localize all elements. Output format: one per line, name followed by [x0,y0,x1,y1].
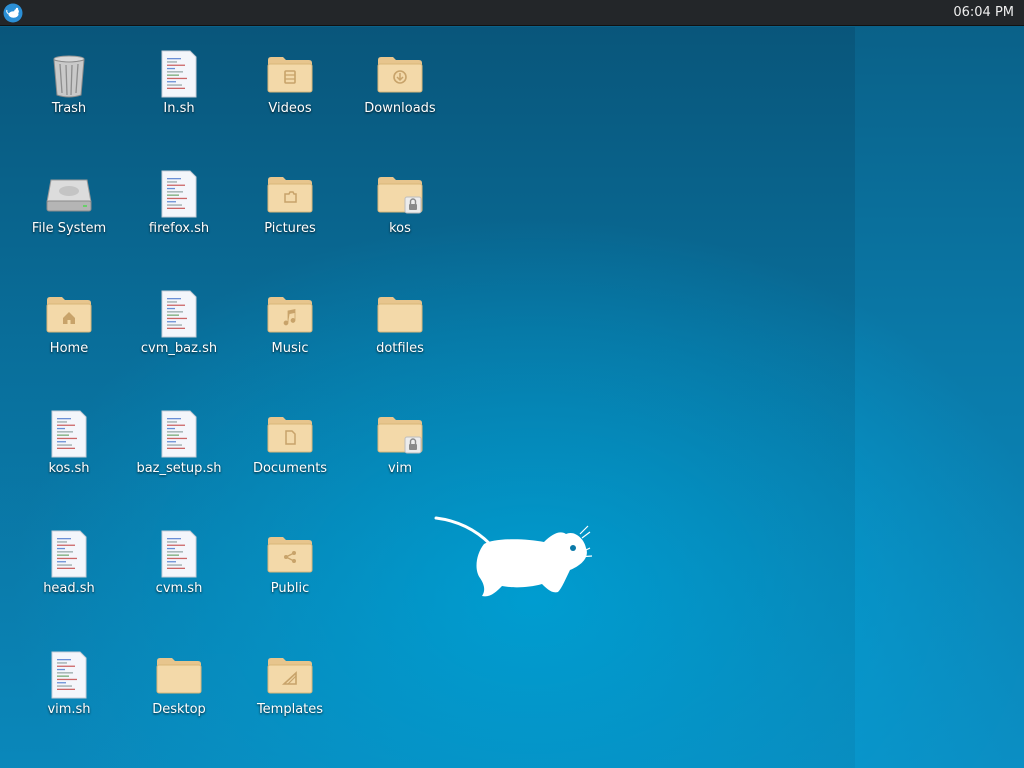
desktop-icon[interactable]: Home [14,268,124,378]
xfce-mouse-icon [3,3,23,23]
script-file-icon [51,651,87,699]
desktop-icon-label: Videos [268,101,312,116]
desktop-icon[interactable]: Documents [235,388,345,498]
desktop-icon-label: Public [270,581,310,596]
desktop-icon[interactable]: cvm.sh [124,508,234,618]
desktop-icon[interactable]: kos [345,148,455,258]
desktop-icon[interactable]: firefox.sh [124,148,234,258]
desktop-icon-label: dotfiles [376,341,424,356]
whisker-menu-button[interactable] [3,3,23,23]
trash-icon [53,55,85,98]
desktop-icon[interactable]: cvm_baz.sh [124,268,234,378]
script-file-icon [161,410,197,458]
desktop-icon[interactable]: Desktop [124,629,234,739]
desktop-icon-label: vim.sh [47,702,91,717]
desktop-icon-label: Downloads [364,101,436,116]
desktop-icon[interactable]: vim [345,388,455,498]
folder-locked-icon [377,177,423,214]
script-file-icon [161,530,197,578]
desktop-icon[interactable]: Music [235,268,345,378]
script-file-icon [161,50,197,98]
desktop-icon-label: kos [389,221,411,236]
desktop-icon[interactable]: vim.sh [14,629,124,739]
folder-downloads-icon [377,57,423,93]
folder-music-icon [267,297,313,333]
desktop-icon-label: kos.sh [48,461,90,476]
desktop-icon[interactable]: head.sh [14,508,124,618]
folder-documents-icon [267,417,313,453]
desktop-icon-label: Music [271,341,309,356]
desktop-icon[interactable]: Videos [235,28,345,138]
desktop-icon-label: vim [388,461,412,476]
desktop-icon-label: baz_setup.sh [136,461,222,476]
folder-desktop-icon [156,658,202,694]
script-file-icon [161,170,197,218]
folder-pictures-icon [267,177,313,213]
desktop-icon-label: cvm.sh [155,581,203,596]
desktop-icon[interactable]: Pictures [235,148,345,258]
desktop-icon[interactable]: kos.sh [14,388,124,498]
folder-locked-icon [377,417,423,454]
desktop-icon[interactable]: dotfiles [345,268,455,378]
desktop-icon-label: head.sh [43,581,95,596]
desktop-icon-label: Home [49,341,89,356]
script-file-icon [51,530,87,578]
desktop-icon-label: Desktop [152,702,206,717]
desktop-icon-label: Trash [51,101,87,116]
desktop-icon-label: In.sh [163,101,195,116]
script-file-icon [51,410,87,458]
desktop-icon[interactable]: Trash [14,28,124,138]
desktop-icon-label: Templates [256,702,324,717]
desktop-icon[interactable]: In.sh [124,28,234,138]
xfce-mouse-logo [434,516,593,597]
script-file-icon [161,290,197,338]
desktop-icon[interactable]: Downloads [345,28,455,138]
folder-videos-icon [267,57,313,93]
desktop-icon-label: firefox.sh [148,221,210,236]
desktop-icon-label: Pictures [264,221,316,236]
folder-icon [377,297,423,333]
desktop-icon[interactable]: File System [14,148,124,258]
desktop-icon-label: Documents [252,461,328,476]
panel-clock[interactable]: 06:04 PM [953,0,1014,26]
desktop-icon-label: cvm_baz.sh [140,341,218,356]
hard-drive-icon [46,179,92,212]
desktop-icon-label: File System [31,221,107,236]
desktop-icon[interactable]: Templates [235,629,345,739]
folder-home-icon [46,297,92,333]
desktop-icon[interactable]: baz_setup.sh [124,388,234,498]
desktop-icon[interactable]: Public [235,508,345,618]
folder-public-icon [267,537,313,573]
folder-templates-icon [267,658,313,694]
top-panel: 06:04 PM [0,0,1024,26]
